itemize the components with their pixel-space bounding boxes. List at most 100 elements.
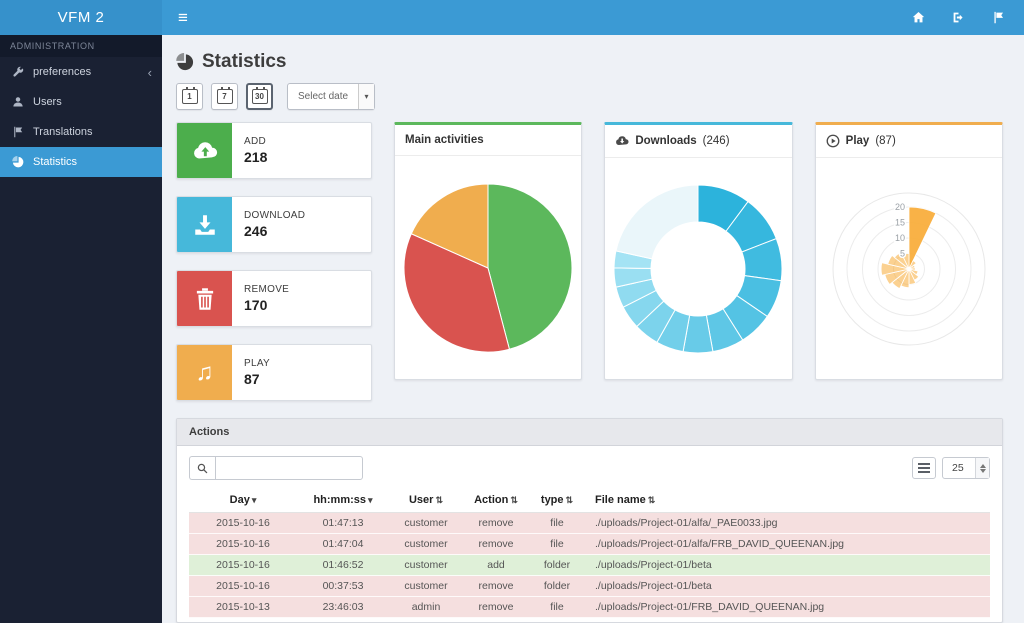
cloud-download-icon [615,134,629,148]
cell-type: file [529,513,585,534]
column-header-day[interactable]: Day▾ [189,489,297,513]
app-logo[interactable]: VFM 2 [0,0,162,35]
column-header-action[interactable]: Action⇅ [463,489,529,513]
wrench-icon [12,66,24,78]
page-title-row: Statistics [176,51,1003,73]
play-panel: Play (87) 5101520 [815,122,1003,380]
sign-out-icon[interactable] [950,10,966,26]
stat-card-download: DOWNLOAD 246 [176,196,372,253]
pie-chart-icon [176,53,194,71]
search-group [189,456,363,480]
download-icon [177,197,232,252]
cell-user: customer [389,534,463,555]
sidebar-item-statistics[interactable]: Statistics [0,147,162,177]
cell-day: 2015-10-16 [189,513,297,534]
downloads-panel: Downloads (246) [604,122,792,380]
sidebar-item-label: Users [33,96,62,108]
cell-time: 00:37:53 [297,576,389,597]
sort-icon: ▾ [368,495,373,505]
downloads-donut-chart [608,164,788,374]
cell-day: 2015-10-16 [189,576,297,597]
page-size-select[interactable]: 25 [942,457,990,479]
search-button[interactable] [189,456,215,480]
stat-label: DOWNLOAD [244,210,305,221]
app-title: VFM 2 [58,9,105,26]
calendar-icon: 7 [217,89,233,104]
cell-user: customer [389,513,463,534]
trash-icon [177,271,232,326]
table-row: 2015-10-16 01:47:04 customer remove file… [189,534,990,555]
cell-type: folder [529,576,585,597]
chart-count: (246) [703,135,730,147]
chart-title: Main activities [405,134,484,146]
column-header-time[interactable]: hh:mm:ss▾ [297,489,389,513]
table-header-row: Day▾ hh:mm:ss▾ User⇅ Action⇅ type⇅ File … [189,489,990,513]
page-title: Statistics [202,51,286,73]
sort-icon: ⇅ [566,495,574,505]
stat-value: 87 [244,371,270,387]
home-icon[interactable] [910,10,926,26]
actions-panel-title: Actions [177,419,1002,446]
play-polar-chart: 5 10 15 20 [819,164,999,374]
stat-card-remove: REMOVE 170 [176,270,372,327]
chart-title: Downloads [635,135,696,147]
svg-text:20: 20 [895,202,905,212]
stat-value: 246 [244,223,305,239]
actions-table: Day▾ hh:mm:ss▾ User⇅ Action⇅ type⇅ File … [189,489,990,618]
cell-type: folder [529,555,585,576]
stat-value: 218 [244,149,267,165]
search-icon [197,463,208,474]
date-range-30-button[interactable]: 30 [246,83,273,110]
chart-count: (87) [875,135,895,147]
spinner-icon[interactable] [975,458,989,478]
cell-type: file [529,597,585,618]
sidebar-item-translations[interactable]: Translations [0,117,162,147]
sidebar-item-preferences[interactable]: preferences ‹ [0,57,162,87]
cell-user: admin [389,597,463,618]
stat-label: REMOVE [244,284,289,295]
topbar-actions [910,10,1006,26]
cell-action: remove [463,534,529,555]
chevron-down-icon: ▾ [358,84,374,109]
list-icon [918,463,930,465]
menu-toggle-button[interactable]: ≡ [162,0,204,35]
column-header-user[interactable]: User⇅ [389,489,463,513]
sort-icon: ⇅ [435,495,443,505]
main-content: Statistics 1 7 30 Select date ▾ ADD 218 [162,35,1024,623]
users-icon [12,96,24,108]
cell-user: customer [389,576,463,597]
cell-action: add [463,555,529,576]
sort-icon: ⇅ [648,495,656,505]
date-range-1-button[interactable]: 1 [176,83,203,110]
cell-day: 2015-10-13 [189,597,297,618]
sidebar-section-label: ADMINISTRATION [0,35,162,57]
sidebar-item-users[interactable]: Users [0,87,162,117]
pie-chart-icon [12,156,24,168]
flag-icon [12,126,24,138]
cell-day: 2015-10-16 [189,555,297,576]
chevron-left-icon: ‹ [148,66,152,79]
svg-text:10: 10 [895,233,905,243]
charts-row: Main activities Downloads (246) [394,122,1003,418]
list-button[interactable] [912,457,936,479]
svg-text:5: 5 [900,248,905,258]
cell-filename: ./uploads/Project-01/beta [585,555,990,576]
column-header-type[interactable]: type⇅ [529,489,585,513]
stat-label: PLAY [244,358,270,369]
main-activities-pie-chart [398,163,578,373]
cell-action: remove [463,576,529,597]
topbar: VFM 2 ≡ [0,0,1024,35]
stat-value: 170 [244,297,289,313]
flag-icon[interactable] [990,10,1006,26]
column-header-filename[interactable]: File name⇅ [585,489,990,513]
sidebar-item-label: Translations [33,126,93,138]
search-input[interactable] [215,456,363,480]
svg-text:15: 15 [895,217,905,227]
actions-panel: Actions 25 [176,418,1003,623]
cell-filename: ./uploads/Project-01/alfa/FRB_DAVID_QUEE… [585,534,990,555]
cell-user: customer [389,555,463,576]
sidebar-item-label: preferences [33,66,91,78]
date-range-7-button[interactable]: 7 [211,83,238,110]
select-date-dropdown[interactable]: Select date ▾ [287,83,375,110]
cell-type: file [529,534,585,555]
